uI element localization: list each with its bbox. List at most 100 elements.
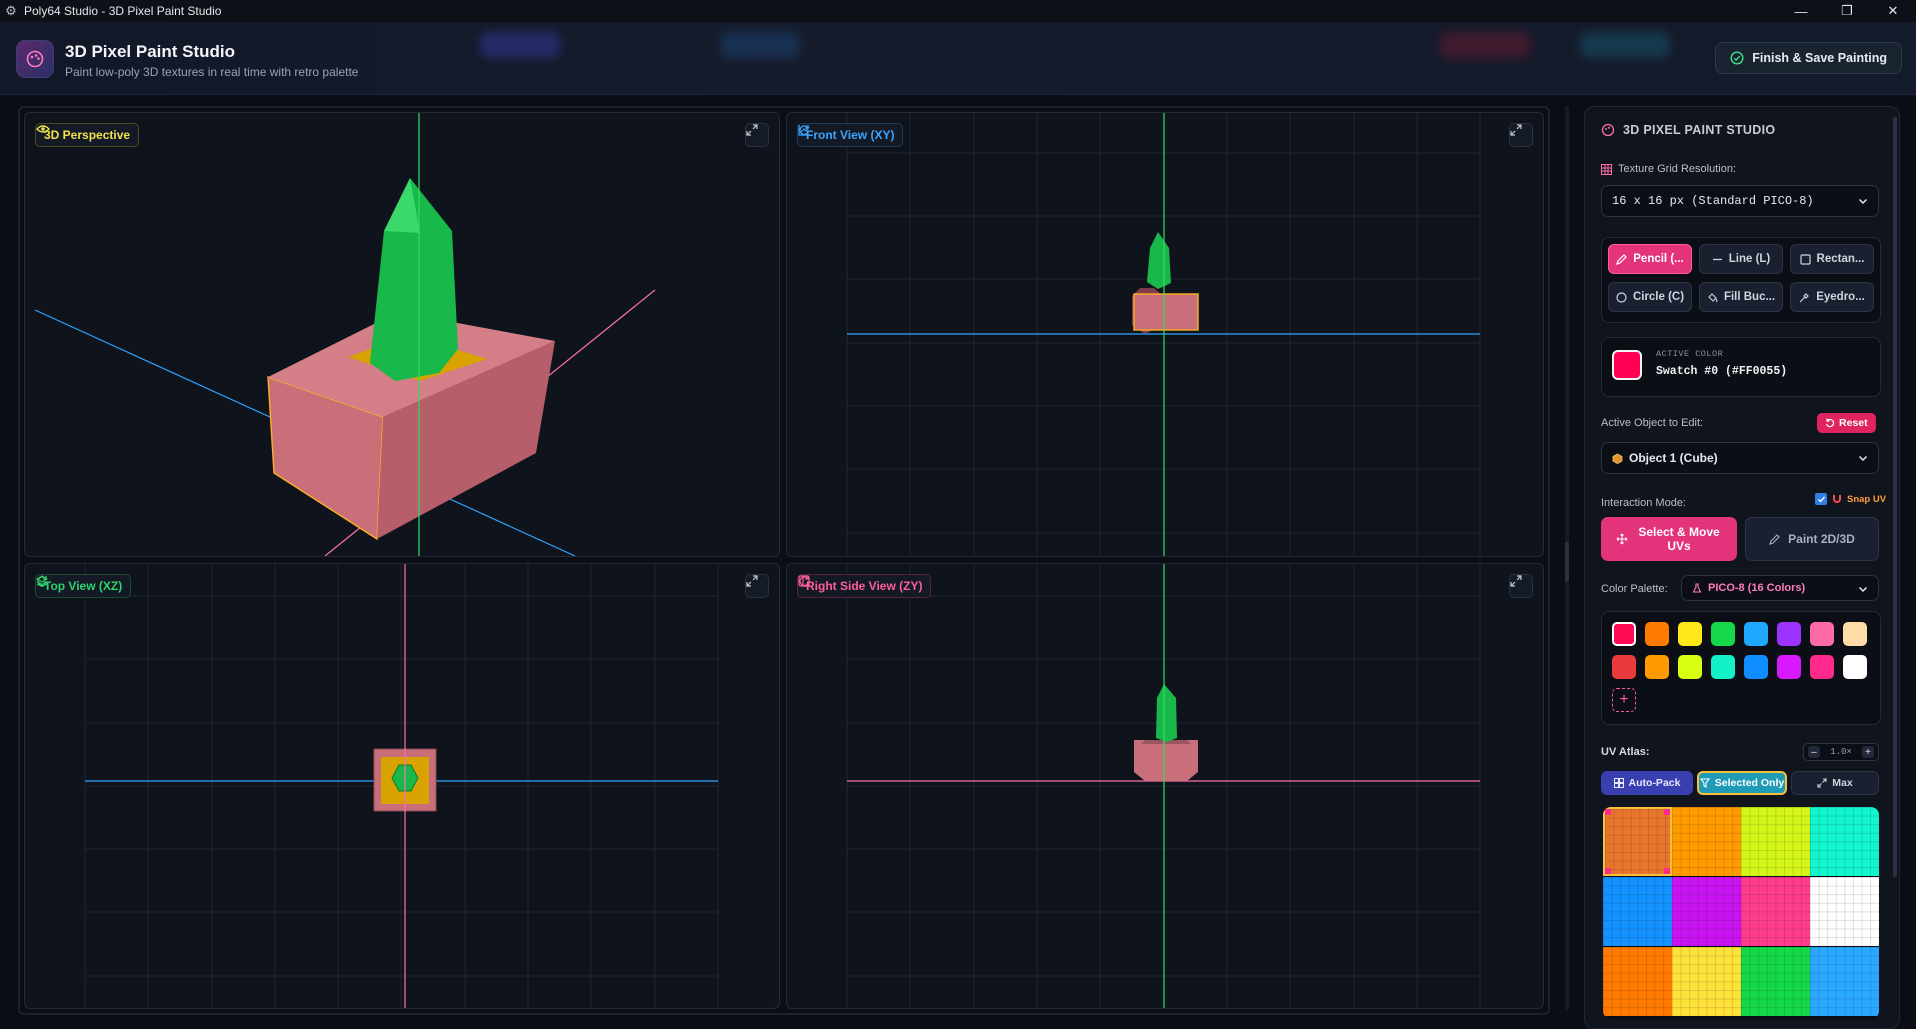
- right-label-text: Right Side View (ZY): [806, 579, 923, 593]
- palette-swatch[interactable]: [1711, 655, 1735, 679]
- window-title: Poly64 Studio - 3D Pixel Paint Studio: [24, 4, 222, 18]
- refresh-icon[interactable]: [798, 575, 810, 587]
- top-label[interactable]: Top View (XZ): [35, 574, 132, 598]
- grid-resolution-value: 16 x 16 px (Standard PICO-8): [1612, 194, 1814, 208]
- scrollbar-thumb[interactable]: [1565, 542, 1569, 582]
- add-swatch-button[interactable]: +: [1612, 688, 1636, 712]
- tool-fill-bucket[interactable]: Fill Buc...: [1699, 282, 1783, 312]
- uv-tile[interactable]: [1672, 947, 1741, 1016]
- grid-pack-icon: [1613, 778, 1624, 788]
- expand-icon[interactable]: [1509, 574, 1533, 598]
- restore-icon[interactable]: ❐: [1824, 0, 1870, 22]
- app-header: 3D Pixel Paint Studio Paint low-poly 3D …: [0, 22, 1916, 95]
- perspective-label[interactable]: 3D Perspective: [35, 123, 140, 147]
- uv-handle[interactable]: [1605, 868, 1611, 874]
- object-select[interactable]: Object 1 (Cube): [1601, 442, 1879, 474]
- active-color-swatch[interactable]: [1612, 350, 1642, 380]
- palette-swatch[interactable]: [1645, 655, 1669, 679]
- tool-line[interactable]: Line (L): [1699, 244, 1783, 274]
- snap-uv-toggle[interactable]: Snap UV: [1815, 493, 1886, 505]
- move-icon: [1616, 533, 1628, 545]
- palette-swatch[interactable]: [1645, 622, 1669, 646]
- palette-swatch[interactable]: [1612, 622, 1636, 646]
- viewport-front[interactable]: Front View (XY): [786, 112, 1544, 557]
- palette-select[interactable]: PICO-8 (16 Colors): [1681, 575, 1879, 601]
- uv-handle[interactable]: [1664, 809, 1670, 815]
- palette-swatch[interactable]: [1678, 622, 1702, 646]
- interaction-mode-label: Interaction Mode:: [1601, 497, 1686, 509]
- right-label[interactable]: Right Side View (ZY): [797, 574, 932, 598]
- atlas-zoom-control: – 1.0× +: [1803, 743, 1879, 761]
- tool-pencil[interactable]: Pencil (...: [1608, 244, 1692, 274]
- zoom-out-button[interactable]: –: [1808, 746, 1820, 758]
- viewport-right[interactable]: Right Side View (ZY): [786, 563, 1544, 1009]
- selected-only-button[interactable]: Selected Only: [1697, 771, 1787, 795]
- minimize-icon[interactable]: —: [1778, 0, 1824, 22]
- palette-swatch[interactable]: [1810, 622, 1834, 646]
- uv-handle[interactable]: [1664, 868, 1670, 874]
- max-button[interactable]: Max: [1791, 771, 1879, 795]
- expand-icon[interactable]: [745, 123, 769, 147]
- app-subtitle: Paint low-poly 3D textures in real time …: [65, 65, 359, 79]
- finish-save-button[interactable]: Finish & Save Painting: [1715, 42, 1902, 74]
- uv-tile[interactable]: [1603, 807, 1672, 876]
- uv-atlas-canvas[interactable]: [1603, 807, 1879, 1019]
- zoom-in-button[interactable]: +: [1861, 746, 1874, 758]
- palette-swatch[interactable]: [1777, 622, 1801, 646]
- uv-tile[interactable]: [1810, 807, 1879, 876]
- object-value: Object 1 (Cube): [1629, 451, 1718, 465]
- uv-tile[interactable]: [1603, 947, 1672, 1016]
- palette-swatch[interactable]: [1678, 655, 1702, 679]
- active-color-value: Swatch #0 (#FF0055): [1656, 365, 1788, 378]
- uv-tile[interactable]: [1672, 807, 1741, 876]
- tool-label: Fill Buc...: [1723, 291, 1776, 303]
- palette-swatch[interactable]: [1777, 655, 1801, 679]
- tool-rectangle[interactable]: Rectan...: [1790, 244, 1874, 274]
- expand-icon[interactable]: [745, 574, 769, 598]
- viewport-top[interactable]: Top View (XZ): [24, 563, 780, 1009]
- viewport-perspective[interactable]: 3D Perspective: [24, 112, 780, 557]
- uv-tile[interactable]: [1672, 877, 1741, 946]
- uv-tile[interactable]: [1741, 807, 1810, 876]
- uv-handle[interactable]: [1605, 809, 1611, 815]
- palette-swatch[interactable]: [1843, 622, 1867, 646]
- grid-resolution-select[interactable]: 16 x 16 px (Standard PICO-8): [1601, 185, 1879, 217]
- tool-eyedropper[interactable]: Eyedro...: [1790, 282, 1874, 312]
- select-move-label: Select & Move UVs: [1638, 525, 1720, 553]
- tool-label: Pencil (...: [1633, 253, 1684, 265]
- palette-swatch[interactable]: [1843, 655, 1867, 679]
- palette-swatch[interactable]: [1612, 655, 1636, 679]
- active-color-caption: ACTIVE COLOR: [1656, 349, 1724, 359]
- viewport-scrollbar[interactable]: [1565, 106, 1569, 1011]
- uv-tile[interactable]: [1603, 877, 1672, 946]
- palette-swatches: +: [1601, 611, 1881, 725]
- uv-tile[interactable]: [1741, 947, 1810, 1016]
- refresh-icon[interactable]: [36, 575, 48, 587]
- select-move-uvs-button[interactable]: Select & Move UVs: [1601, 517, 1737, 561]
- palette-swatch[interactable]: [1711, 622, 1735, 646]
- palette-swatch[interactable]: [1810, 655, 1834, 679]
- snap-checkbox[interactable]: [1815, 493, 1827, 505]
- uv-tile[interactable]: [1810, 947, 1879, 1016]
- maximize-icon: [1817, 778, 1827, 788]
- close-icon[interactable]: ✕: [1870, 0, 1916, 22]
- paint-2d3d-button[interactable]: Paint 2D/3D: [1745, 517, 1879, 561]
- chevron-down-icon: [1858, 586, 1868, 593]
- perspective-scene[interactable]: [25, 113, 779, 556]
- top-scene[interactable]: [25, 564, 779, 1008]
- palette-swatch[interactable]: [1744, 655, 1768, 679]
- right-scene[interactable]: [787, 564, 1543, 1008]
- expand-icon[interactable]: [1509, 123, 1533, 147]
- refresh-icon[interactable]: [798, 124, 810, 136]
- autopack-label: Auto-Pack: [1628, 777, 1681, 789]
- front-scene[interactable]: [787, 113, 1543, 556]
- auto-pack-button[interactable]: Auto-Pack: [1601, 771, 1693, 795]
- front-label[interactable]: Front View (XY): [797, 123, 904, 147]
- palette-swatch[interactable]: [1744, 622, 1768, 646]
- uv-tile[interactable]: [1741, 877, 1810, 946]
- tool-circle[interactable]: Circle (C): [1608, 282, 1692, 312]
- reset-button[interactable]: Reset: [1817, 413, 1876, 433]
- panel-scrollbar[interactable]: [1893, 117, 1897, 877]
- top-label-text: Top View (XZ): [44, 579, 123, 593]
- uv-tile[interactable]: [1810, 877, 1879, 946]
